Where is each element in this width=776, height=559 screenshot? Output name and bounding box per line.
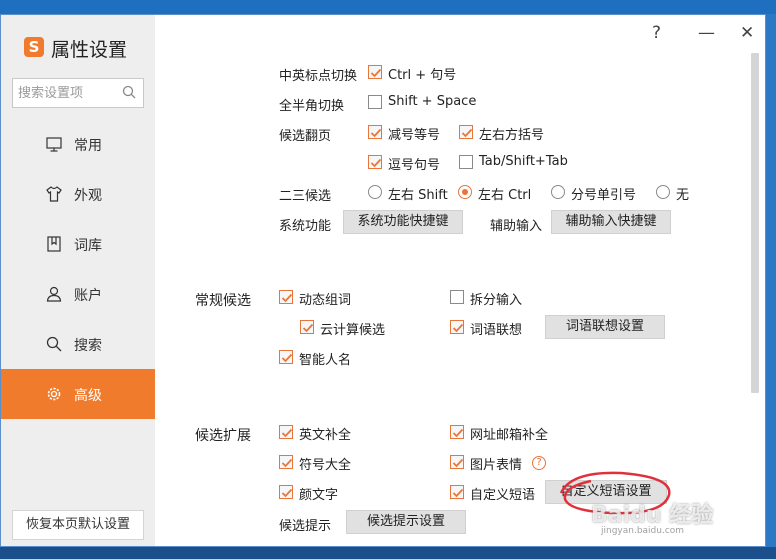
app-title: 属性设置 — [51, 39, 128, 61]
sidebar-item-label: 账户 — [74, 288, 102, 304]
search-icon[interactable] — [122, 85, 136, 99]
monitor-icon — [46, 137, 62, 152]
book-icon — [47, 236, 61, 252]
option-label: 左右 Shift — [388, 188, 448, 203]
option-label: Shift + Space — [388, 94, 477, 109]
option-label: 自定义短语 — [470, 488, 536, 503]
option-label: 左右 Ctrl — [478, 188, 532, 203]
punct-switch-label: 中英标点切换 — [279, 69, 358, 84]
checkbox-box — [368, 155, 382, 169]
user-icon — [46, 286, 62, 302]
help-circle-icon[interactable]: ? — [532, 456, 546, 470]
option-label: 减号等号 — [388, 128, 441, 143]
search-icon — [46, 336, 62, 352]
option-label: 英文补全 — [299, 428, 352, 443]
sidebar-item-label: 外观 — [74, 188, 102, 204]
option-label: 无 — [676, 188, 690, 203]
checkbox-box — [368, 125, 382, 139]
option-label: 动态组词 — [299, 293, 352, 308]
width-switch-label: 全半角切换 — [279, 99, 345, 114]
gear-icon — [47, 387, 61, 401]
system-function-label: 系统功能 — [279, 219, 332, 234]
candidate-hint-settings-button[interactable]: 候选提示设置 — [346, 510, 466, 534]
sidebar-item-lexicon[interactable]: 词库 — [1, 219, 155, 269]
checkbox-box — [450, 425, 464, 439]
checkbox-box — [368, 95, 382, 109]
candidate-hint-label: 候选提示 — [279, 519, 332, 534]
sidebar-item-account[interactable]: 账户 — [1, 269, 155, 319]
sidebar-item-common[interactable]: 常用 — [1, 119, 155, 169]
close-button[interactable]: ✕ — [740, 23, 754, 43]
option-label: 云计算候选 — [320, 323, 386, 338]
option-label: 网址邮箱补全 — [470, 428, 549, 443]
radio-circle — [368, 185, 382, 199]
option-label: Tab/Shift+Tab — [479, 154, 568, 169]
page-turn-label: 候选翻页 — [279, 129, 332, 144]
option-label: 逗号句号 — [388, 158, 441, 173]
watermark-logo: Baidu 经验 — [591, 503, 714, 528]
aux-input-label: 辅助输入 — [490, 219, 543, 234]
app-logo-icon: S — [24, 37, 44, 57]
search-box[interactable] — [12, 78, 144, 108]
option-label: 左右方括号 — [479, 128, 545, 143]
checkbox-box — [450, 485, 464, 499]
settings-window: S 属性设置 常用 外观 — [0, 14, 766, 547]
search-input[interactable] — [18, 84, 118, 102]
checkbox-box — [459, 125, 473, 139]
checkbox-box — [450, 290, 464, 304]
checkbox-box — [300, 320, 314, 334]
checkbox-box — [279, 455, 293, 469]
sidebar-item-advanced[interactable]: 高级 — [1, 369, 155, 419]
shirt-icon — [46, 186, 62, 202]
radio-circle — [551, 185, 565, 199]
checkbox-box — [279, 350, 293, 364]
option-label: Ctrl + 句号 — [388, 68, 457, 83]
word-association-settings-button[interactable]: 词语联想设置 — [545, 315, 665, 339]
scrollbar-thumb[interactable] — [751, 53, 759, 393]
sidebar-item-label: 词库 — [74, 238, 102, 254]
checkbox-box — [459, 155, 473, 169]
radio-circle — [656, 185, 670, 199]
regular-candidates-title: 常规候选 — [195, 293, 251, 309]
watermark-url: jingyan.baidu.com — [601, 526, 685, 536]
checkbox-box — [368, 65, 382, 79]
aux-shortcuts-button[interactable]: 辅助输入快捷键 — [551, 210, 671, 234]
option-label: 符号大全 — [299, 458, 352, 473]
sidebar-item-appearance[interactable]: 外观 — [1, 169, 155, 219]
checkbox-box — [279, 290, 293, 304]
second-third-label: 二三候选 — [279, 189, 332, 204]
sidebar: S 属性设置 常用 外观 — [1, 15, 155, 546]
option-label: 颜文字 — [299, 488, 339, 503]
sidebar-item-label: 高级 — [74, 388, 102, 404]
option-label: 图片表情 — [470, 458, 523, 473]
help-button[interactable]: ? — [652, 23, 661, 43]
sidebar-item-label: 常用 — [74, 138, 102, 154]
radio-circle — [458, 185, 472, 199]
candidate-extension-title: 候选扩展 — [195, 428, 251, 444]
option-label: 分号单引号 — [571, 188, 637, 203]
option-label: 智能人名 — [299, 353, 352, 368]
taskbar — [0, 547, 776, 559]
sidebar-item-search[interactable]: 搜索 — [1, 319, 155, 369]
checkbox-box — [279, 485, 293, 499]
minimize-button[interactable]: — — [698, 23, 715, 43]
checkbox-box — [450, 455, 464, 469]
option-label: 拆分输入 — [470, 293, 523, 308]
reset-defaults-button[interactable]: 恢复本页默认设置 — [12, 510, 144, 540]
system-shortcuts-button[interactable]: 系统功能快捷键 — [343, 210, 463, 234]
sidebar-item-label: 搜索 — [74, 338, 102, 354]
checkbox-box — [279, 425, 293, 439]
checkbox-box — [450, 320, 464, 334]
option-label: 词语联想 — [470, 323, 523, 338]
desktop-background — [0, 0, 776, 14]
